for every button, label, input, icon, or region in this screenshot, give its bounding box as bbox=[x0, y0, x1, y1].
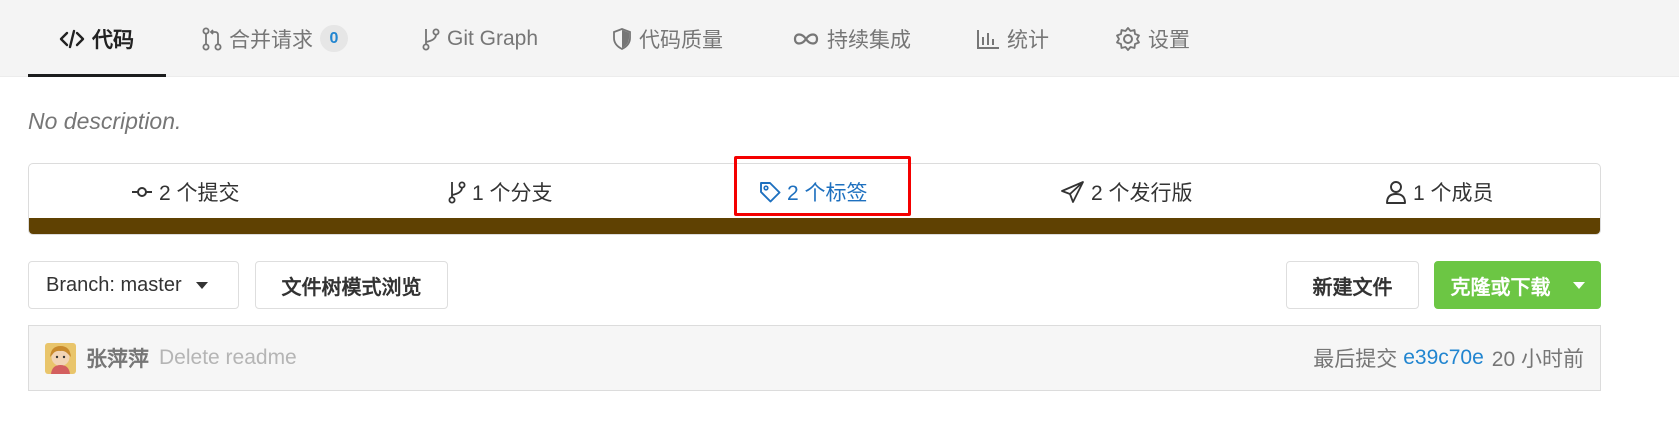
avatar[interactable] bbox=[45, 343, 76, 374]
branch-select-dropdown[interactable]: Branch: master bbox=[28, 261, 239, 309]
tab-settings-label: 设置 bbox=[1148, 28, 1190, 52]
tab-settings[interactable]: 设置 bbox=[1115, 0, 1190, 77]
commit-message[interactable]: Delete readme bbox=[159, 326, 297, 390]
shield-icon bbox=[612, 27, 632, 50]
tab-statistics[interactable]: 统计 bbox=[976, 0, 1049, 77]
tab-ci-label: 持续集成 bbox=[827, 28, 911, 52]
tab-code[interactable]: 代码 bbox=[28, 0, 166, 77]
tab-git-graph[interactable]: Git Graph bbox=[422, 0, 538, 77]
tree-view-label: 文件树模式浏览 bbox=[281, 276, 422, 299]
stat-branches[interactable]: 1 个分支 bbox=[448, 164, 553, 220]
tab-statistics-label: 统计 bbox=[1007, 28, 1049, 52]
code-icon bbox=[59, 29, 85, 49]
commit-info: 最后提交 e39c70e 20 小时前 bbox=[1313, 326, 1584, 390]
tab-code-label: 代码 bbox=[92, 28, 134, 52]
commit-prefix: 最后提交 bbox=[1313, 348, 1398, 371]
last-commit-bar: 张萍萍 Delete readme 最后提交 e39c70e 20 小时前 bbox=[28, 325, 1601, 391]
clone-download-button[interactable]: 克隆或下载 bbox=[1434, 261, 1601, 309]
caret-down-icon bbox=[1572, 281, 1585, 289]
stat-commits-label: 2 个提交 bbox=[159, 182, 240, 205]
tree-view-button[interactable]: 文件树模式浏览 bbox=[255, 261, 448, 309]
gear-icon bbox=[1115, 26, 1141, 52]
repo-description: No description. bbox=[28, 108, 182, 134]
paper-plane-icon bbox=[1061, 181, 1085, 203]
repo-tab-bar: 代码 合并请求 0 Git Graph 代码质量 持续集成 统计 设置 bbox=[0, 0, 1679, 77]
tab-merge-requests[interactable]: 合并请求 0 bbox=[202, 0, 348, 77]
git-branch-icon bbox=[422, 27, 440, 51]
stat-releases[interactable]: 2 个发行版 bbox=[1061, 164, 1193, 220]
stat-branches-label: 1 个分支 bbox=[472, 182, 553, 205]
stat-commits[interactable]: 2 个提交 bbox=[131, 164, 240, 220]
highlight-box bbox=[734, 156, 911, 216]
stat-releases-label: 2 个发行版 bbox=[1091, 182, 1193, 205]
merge-request-icon bbox=[202, 27, 222, 51]
language-bar bbox=[29, 218, 1600, 234]
branch-icon bbox=[448, 180, 466, 204]
bar-chart-icon bbox=[976, 28, 1000, 50]
stat-members-label: 1 个成员 bbox=[1413, 182, 1494, 205]
caret-down-icon bbox=[195, 281, 208, 289]
tab-code-quality-label: 代码质量 bbox=[639, 28, 723, 52]
commit-sha-link[interactable]: e39c70e bbox=[1403, 346, 1484, 370]
merge-request-count-badge: 0 bbox=[320, 25, 348, 52]
tab-merge-requests-label: 合并请求 bbox=[229, 28, 313, 52]
infinity-icon bbox=[792, 31, 820, 47]
clone-download-label: 克隆或下载 bbox=[1450, 276, 1551, 299]
commit-time: 20 小时前 bbox=[1491, 348, 1584, 371]
commit-icon bbox=[131, 185, 153, 199]
stat-members[interactable]: 1 个成员 bbox=[1385, 164, 1494, 220]
tab-ci[interactable]: 持续集成 bbox=[792, 0, 911, 77]
new-file-button[interactable]: 新建文件 bbox=[1286, 261, 1419, 309]
tab-code-quality[interactable]: 代码质量 bbox=[612, 0, 723, 77]
commit-author[interactable]: 张萍萍 bbox=[86, 326, 149, 390]
tab-git-graph-label: Git Graph bbox=[447, 26, 539, 50]
branch-select-label: Branch: master bbox=[46, 273, 182, 296]
new-file-label: 新建文件 bbox=[1312, 276, 1393, 299]
user-icon bbox=[1385, 180, 1407, 204]
